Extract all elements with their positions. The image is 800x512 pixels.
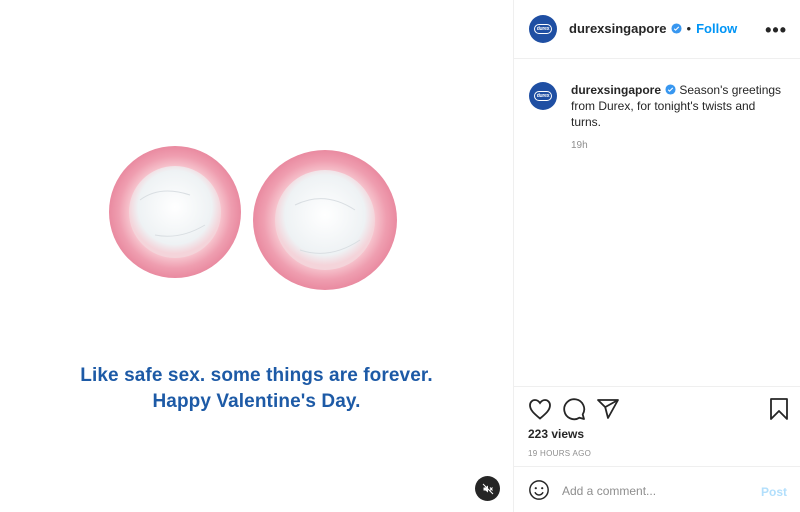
view-count[interactable]: 223 views xyxy=(528,427,584,441)
comment-username[interactable]: durexsingapore xyxy=(571,83,661,97)
separator-dot: • xyxy=(686,21,692,36)
durex-logo: durex xyxy=(534,24,552,34)
post-button[interactable]: Post xyxy=(761,485,787,499)
action-bar: 223 views 19 HOURS AGO xyxy=(514,386,800,466)
post-header: durex durexsingapore • Follow ••• xyxy=(514,0,800,59)
follow-button[interactable]: Follow xyxy=(696,21,737,36)
mute-button[interactable] xyxy=(475,476,500,501)
comment-body: durexsingapore Season's greetings from D… xyxy=(571,82,786,130)
post-media[interactable]: Like safe sex. some things are forever. … xyxy=(0,0,513,512)
add-comment-bar: Post xyxy=(514,466,800,512)
mute-icon xyxy=(482,483,493,494)
comment-timestamp[interactable]: 19h xyxy=(571,140,588,151)
share-icon[interactable] xyxy=(596,397,620,421)
more-options-button[interactable]: ••• xyxy=(765,20,787,41)
avatar[interactable]: durex xyxy=(529,82,557,110)
heart-icon[interactable] xyxy=(528,398,552,420)
emoji-icon[interactable] xyxy=(528,479,550,501)
comment-input[interactable] xyxy=(562,481,752,501)
post-time[interactable]: 19 HOURS AGO xyxy=(528,449,591,458)
condoms-infinity-image xyxy=(109,146,397,290)
durex-logo: durex xyxy=(534,91,552,101)
verified-badge-icon xyxy=(670,23,682,34)
header-user: durexsingapore • Follow xyxy=(569,21,737,36)
comment-icon[interactable] xyxy=(562,397,586,421)
ad-caption-line2: Happy Valentine's Day. xyxy=(152,391,361,412)
username-link[interactable]: durexsingapore xyxy=(569,21,667,36)
verified-badge-icon xyxy=(665,84,676,95)
bookmark-icon[interactable] xyxy=(769,397,789,421)
avatar[interactable]: durex xyxy=(529,15,557,43)
ad-caption-line1: Like safe sex. some things are forever. xyxy=(80,365,433,386)
post-side-panel: durex durexsingapore • Follow ••• durex … xyxy=(513,0,800,512)
